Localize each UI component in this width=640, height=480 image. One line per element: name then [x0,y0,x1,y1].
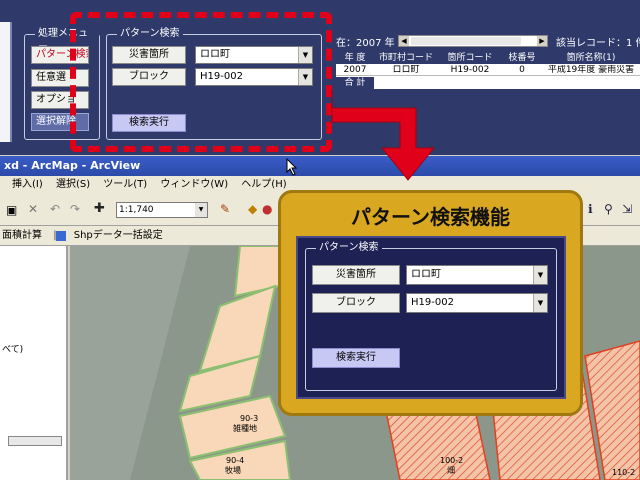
parcel-label: 雑種地 [233,424,257,433]
callout-search-frame: パターン検索 災害箇所 ロロ町 ▼ ブロック H19-002 ▼ 検索実行 [305,241,557,391]
callout-panel-title: パターン検索 [316,241,382,255]
add-data-icon[interactable]: ✚ [94,201,105,216]
callout-block-value: H19-002 [411,297,454,308]
scale-value: 1:1,740 [119,205,154,215]
callout-disaster-combo[interactable]: ロロ町 ▼ [406,265,548,285]
arrow-icon [331,90,436,181]
col-header-branch: 枝番号 [508,53,536,63]
result-table: 年 度 市町村コード 箇所コード 枝番号 箇所名称(1) 2007 ロロ町 H1… [336,53,640,89]
undo-icon[interactable]: ↶ [50,202,60,216]
cell-site-code: H19-002 [450,65,490,75]
year-text: 在：2007 年 [336,38,395,49]
callout-title: パターン検索機能 [351,205,510,229]
binoculars-icon[interactable]: ⚲ [604,202,613,216]
chevron-down-icon[interactable]: ▼ [533,266,547,284]
callout-search-execute-button[interactable]: 検索実行 [312,348,400,368]
callout-disaster-button[interactable]: 災害箇所 [312,265,400,285]
shp-icon [56,231,66,241]
menu-insert[interactable]: 挿入(I) [12,179,43,190]
info-icon[interactable]: ℹ [588,202,593,216]
shp-batch-button[interactable]: Shpデータ一括設定 [74,230,163,241]
scroll-left-icon[interactable]: ◀ [399,36,409,46]
toc-item-text: べて) [2,345,24,355]
delete-icon[interactable]: ✕ [28,202,38,216]
record-scrollbar[interactable]: ◀ ▶ [398,35,548,47]
parcel-label: 牧場 [225,466,241,475]
table-of-contents[interactable]: べて) [0,246,68,480]
parcel-label: 90-3 [240,414,259,423]
parcel-label: 110-2 [612,468,636,477]
chevron-down-icon[interactable]: ▼ [533,294,547,312]
col-header-site-name: 箇所名称(1) [566,53,616,63]
identify-icon[interactable]: ● [262,202,272,216]
menu-help[interactable]: ヘルプ(H) [241,179,286,190]
cell-branch: 0 [519,65,525,75]
screen: 処理メニュー パターン検索 任意選 オプショ 選択解除 パターン検索 災害箇所 … [0,0,640,480]
cell-site-name: 平成19年度 豪雨災害 [547,65,635,75]
save-icon[interactable]: ▣ [6,203,17,217]
measure-icon[interactable]: ⇲ [622,202,632,216]
feature-callout: パターン検索機能 パターン検索 災害箇所 ロロ町 ▼ ブロック H19-002 … [278,190,583,416]
mouse-cursor-icon [286,158,298,176]
editor-icon[interactable]: ✎ [220,202,230,216]
callout-disaster-value: ロロ町 [411,269,441,280]
menu-tools[interactable]: ツール(T) [103,179,147,190]
scroll-thumb[interactable] [411,37,521,45]
area-calc-button[interactable]: 面積計算 [2,230,42,241]
col-header-year: 年 度 [344,53,366,63]
left-edge-panel [0,22,12,142]
parcel-label: 100-2 [440,456,464,465]
cell-year: 2007 [343,65,367,75]
parcel-label: 90-4 [226,456,245,465]
col-header-city-code: 市町村コード [378,53,433,63]
cell-city: ロロ町 [392,65,420,75]
menu-window[interactable]: ウィンドウ(W) [160,179,228,190]
parcel-label: 畑 [447,466,455,475]
scroll-right-icon[interactable]: ▶ [537,36,547,46]
toc-scrollbar[interactable] [8,436,62,446]
chevron-down-icon[interactable]: ▼ [195,203,207,217]
scale-combo[interactable]: 1:1,740 ▼ [116,202,208,218]
callout-block-button[interactable]: ブロック [312,293,400,313]
callout-search-panel: パターン検索 災害箇所 ロロ町 ▼ ブロック H19-002 ▼ 検索実行 [296,236,566,399]
menu-select[interactable]: 選択(S) [56,179,90,190]
redo-icon[interactable]: ↷ [70,202,80,216]
record-count-text: 該当レコード：1 件 [556,38,640,49]
callout-block-combo[interactable]: H19-002 ▼ [406,293,548,313]
layer-icon[interactable]: ◆ [248,202,257,216]
col-header-site-code: 箇所コード [447,53,493,63]
